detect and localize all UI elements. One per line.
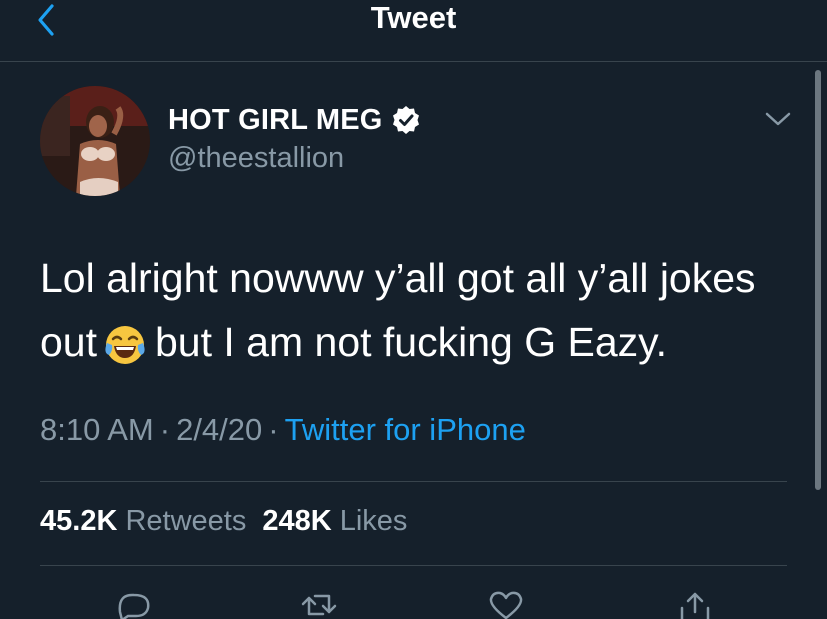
tweet-source-link[interactable]: Twitter for iPhone bbox=[285, 412, 526, 447]
tweet-detail-screen: Tweet HOT GIRL MEG @theestallion Lol alr… bbox=[0, 0, 827, 619]
retweets-label: Retweets bbox=[125, 505, 247, 537]
likes-stat[interactable]: 248K Likes bbox=[262, 505, 407, 537]
tweet-time: 8:10 AM bbox=[40, 412, 154, 447]
avatar[interactable] bbox=[40, 86, 150, 196]
avatar-image bbox=[40, 86, 150, 196]
face-with-tears-of-joy-icon bbox=[105, 326, 145, 365]
like-button[interactable] bbox=[486, 590, 526, 619]
reply-button[interactable] bbox=[114, 590, 154, 619]
tweet-text: Lol alright nowww y’all got all y’all jo… bbox=[40, 246, 800, 374]
divider bbox=[40, 481, 787, 482]
meta-separator: · bbox=[159, 412, 171, 447]
retweet-button[interactable] bbox=[299, 590, 339, 619]
heart-icon bbox=[489, 591, 523, 619]
tweet-date: 2/4/20 bbox=[176, 412, 263, 447]
likes-label: Likes bbox=[339, 505, 408, 537]
tweet-meta: 8:10 AM · 2/4/20 · Twitter for iPhone bbox=[40, 412, 526, 448]
tweet-text-line-2: out but I am not fucking G Eazy. bbox=[40, 310, 800, 374]
page-title: Tweet bbox=[370, 0, 457, 35]
more-options-button[interactable] bbox=[764, 108, 792, 130]
divider bbox=[40, 565, 787, 566]
display-name[interactable]: HOT GIRL MEG bbox=[168, 104, 383, 137]
reply-icon bbox=[118, 593, 150, 619]
scrollbar[interactable] bbox=[815, 70, 821, 490]
meta-separator: · bbox=[268, 412, 279, 447]
retweets-stat[interactable]: 45.2K Retweets bbox=[40, 505, 246, 537]
display-name-row[interactable]: HOT GIRL MEG bbox=[168, 102, 421, 138]
verified-badge-icon bbox=[392, 106, 419, 134]
retweets-count: 45.2K bbox=[40, 505, 118, 537]
action-bar bbox=[0, 590, 827, 619]
tweet-text-line-1: Lol alright nowww y’all got all y’all jo… bbox=[40, 255, 756, 301]
share-icon bbox=[680, 592, 710, 619]
retweet-icon bbox=[301, 594, 337, 616]
tweet-stats: 45.2K Retweets 248K Likes bbox=[40, 505, 407, 538]
tweet-text-segment: out bbox=[40, 319, 97, 365]
chevron-down-icon bbox=[765, 112, 791, 126]
tweet-text-segment: but I am not fucking G Eazy. bbox=[155, 319, 667, 365]
navigation-header: Tweet bbox=[0, 0, 827, 62]
user-handle[interactable]: @theestallion bbox=[168, 142, 344, 175]
share-button[interactable] bbox=[675, 590, 715, 619]
likes-count: 248K bbox=[262, 505, 332, 537]
